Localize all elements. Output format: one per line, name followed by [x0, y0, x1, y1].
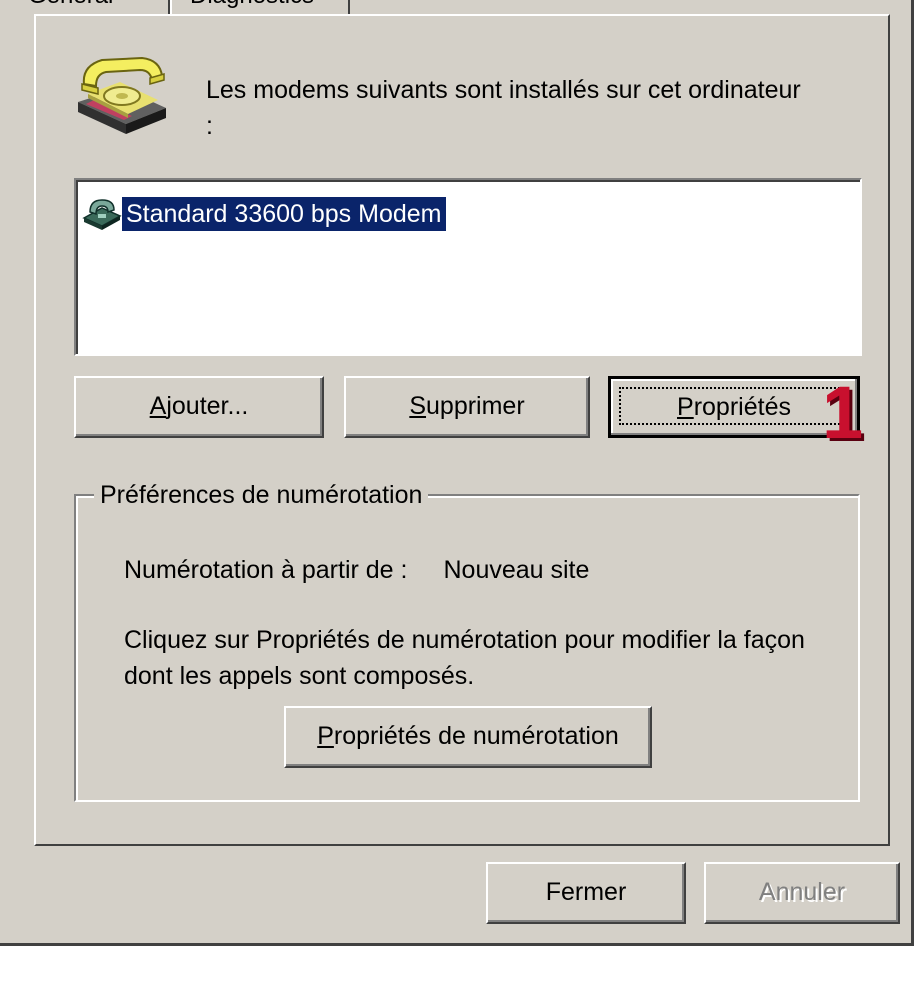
modem-listbox[interactable]: Standard 33600 bps Modem	[74, 178, 862, 356]
close-button-label: Fermer	[545, 878, 627, 906]
tab-general-label: Général	[28, 0, 113, 10]
annotation-badge: 1	[822, 371, 864, 454]
add-button[interactable]: Ajouter...	[74, 376, 324, 438]
intro-text: Les modems suivants sont installés sur c…	[206, 76, 801, 140]
remove-button[interactable]: Supprimer	[344, 376, 590, 438]
dialing-properties-button-label: ropriétés de numérotation	[333, 722, 619, 750]
dialing-help-text: Cliquez sur Propriétés de numérotation p…	[124, 626, 805, 690]
remove-button-label: upprimer	[426, 392, 525, 420]
remove-button-accel: S	[409, 392, 427, 420]
dialing-properties-button[interactable]: Propriétés de numérotation	[284, 706, 652, 768]
close-button[interactable]: Fermer	[486, 862, 686, 924]
tab-diagnostics-label: Diagnostics	[190, 0, 314, 10]
dial-from-row: Numérotation à partir de : Nouveau site	[124, 556, 589, 585]
add-button-label: jouter...	[166, 392, 249, 420]
modem-list-item-label: Standard 33600 bps Modem	[122, 197, 446, 231]
dial-from-value: Nouveau site	[443, 556, 590, 584]
dial-from-label: Numérotation à partir de :	[124, 556, 408, 584]
modem-icon	[82, 199, 122, 230]
cancel-button[interactable]: Annuler	[704, 862, 900, 924]
cancel-button-label: Annuler	[758, 878, 846, 906]
focus-rectangle	[619, 387, 847, 425]
modem-list-item[interactable]: Standard 33600 bps Modem	[82, 196, 446, 232]
modem-properties-dialog: Général Diagnostics Les modems suivants …	[0, 0, 914, 946]
telephone-icon	[78, 56, 166, 134]
add-button-accel: A	[149, 392, 167, 420]
dialing-group-legend: Préférences de numérotation	[94, 477, 429, 513]
dialing-properties-button-accel: P	[317, 722, 334, 750]
